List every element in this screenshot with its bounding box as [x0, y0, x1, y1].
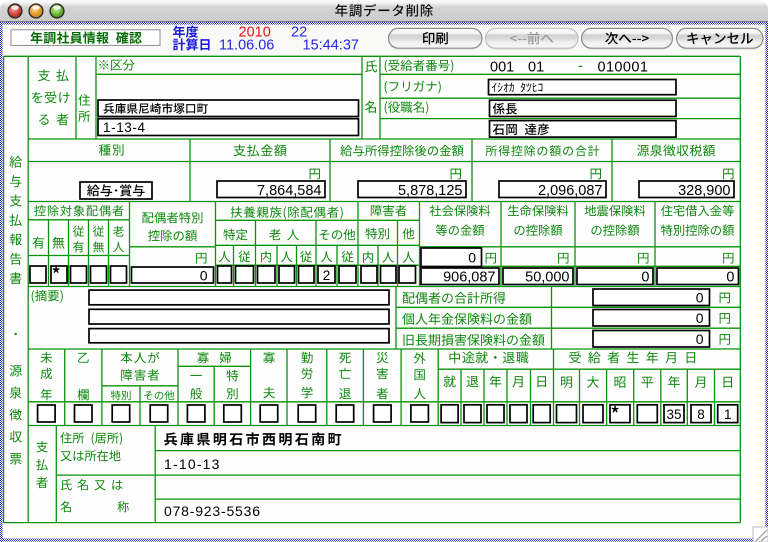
svg-text:0: 0 — [200, 267, 208, 283]
svg-text:8: 8 — [697, 407, 705, 422]
svg-text:0: 0 — [468, 250, 476, 266]
svg-text:0: 0 — [696, 289, 704, 305]
svg-text:50,000: 50,000 — [525, 269, 569, 285]
svg-text:7,864,584: 7,864,584 — [257, 183, 322, 199]
svg-text:1: 1 — [724, 407, 732, 422]
svg-text:0: 0 — [641, 269, 649, 285]
svg-text:-: - — [578, 58, 583, 74]
svg-text:328,900: 328,900 — [678, 183, 730, 199]
svg-text:11.06.06: 11.06.06 — [219, 37, 274, 53]
svg-text:1-10-13: 1-10-13 — [164, 456, 221, 472]
svg-text:1-13-4: 1-13-4 — [103, 120, 146, 135]
svg-text:2,096,087: 2,096,087 — [538, 183, 603, 199]
svg-text:15:44:37: 15:44:37 — [303, 37, 359, 53]
svg-text:906,087: 906,087 — [443, 269, 495, 285]
svg-text:01: 01 — [528, 59, 544, 75]
svg-text:0: 0 — [696, 331, 704, 347]
svg-text:35: 35 — [666, 407, 681, 422]
svg-text:0: 0 — [696, 310, 704, 326]
svg-text:2: 2 — [323, 268, 331, 283]
svg-text:5,878,125: 5,878,125 — [398, 183, 463, 199]
svg-text:001: 001 — [490, 59, 514, 75]
svg-text:078-923-5536: 078-923-5536 — [164, 503, 261, 519]
svg-text:0: 0 — [726, 269, 734, 285]
svg-text:010001: 010001 — [598, 59, 649, 75]
